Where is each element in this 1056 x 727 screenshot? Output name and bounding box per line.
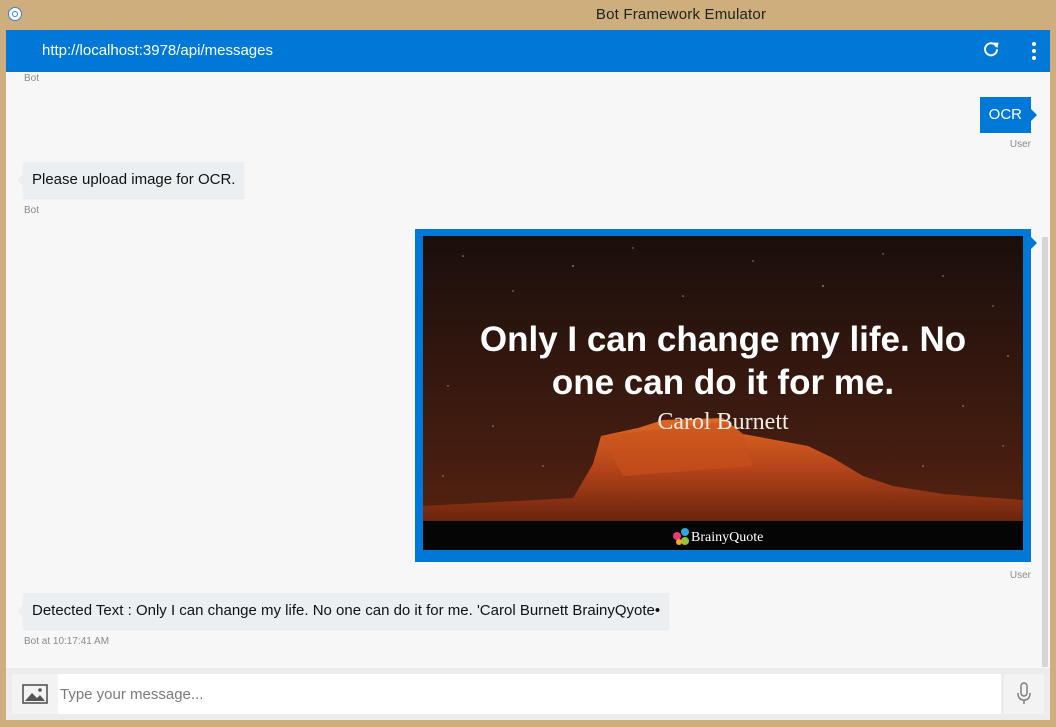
sender-label: Bot [24, 73, 40, 84]
chat-history[interactable]: Bot OCR User Please upload image for OCR… [6, 72, 1050, 668]
window-title-bar: Bot Framework Emulator [0, 0, 1056, 30]
microphone-button[interactable] [1004, 674, 1044, 714]
app-window: http://localhost:3978/api/messages Bot O… [6, 30, 1050, 720]
image-upload-icon [22, 684, 48, 704]
attach-image-button[interactable] [12, 674, 58, 714]
window-title: Bot Framework Emulator [595, 6, 767, 23]
sender-label: Bot at 10:17:41 AM [24, 636, 110, 647]
user-image-message[interactable]: Only I can change my life. No one can do… [415, 229, 1037, 562]
endpoint-url[interactable]: http://localhost:3978/api/messages [42, 42, 273, 59]
quote-image[interactable]: Only I can change my life. No one can do… [423, 236, 1023, 550]
quote-watermark: BrainyQuote [691, 530, 763, 545]
sender-label: User [1009, 570, 1031, 581]
bot-message[interactable]: Detected Text : Only I can change my lif… [16, 593, 670, 629]
quote-line-1: Only I can change my life. No [480, 320, 966, 359]
user-message[interactable]: OCR [979, 97, 1038, 133]
quote-author: Carol Burnett [657, 409, 789, 435]
chat-scrollbar[interactable] [1042, 237, 1048, 667]
refresh-icon[interactable] [982, 41, 1000, 59]
message-composer [6, 668, 1050, 720]
sender-label: User [1009, 139, 1031, 150]
message-input[interactable] [58, 674, 1001, 714]
sender-label: Bot [24, 205, 40, 216]
address-bar: http://localhost:3978/api/messages [6, 30, 1050, 72]
quote-line-2: one can do it for me. [552, 363, 894, 402]
bot-message[interactable]: Please upload image for OCR. [16, 162, 245, 198]
more-vertical-icon[interactable] [1025, 40, 1043, 62]
microphone-icon [1017, 682, 1031, 704]
